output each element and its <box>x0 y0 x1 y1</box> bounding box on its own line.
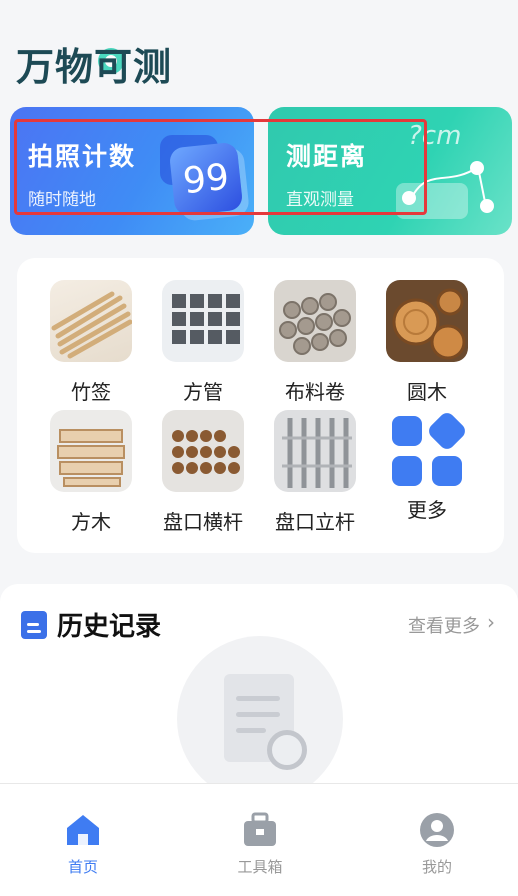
bottom-tab-bar: 首页 工具箱 我的 <box>0 783 518 896</box>
round-log-icon <box>392 288 466 360</box>
measure-point-icon <box>470 161 484 175</box>
highlight-box <box>14 119 427 215</box>
user-icon <box>420 813 454 847</box>
standard-pole-icon <box>282 418 352 488</box>
ledger-bar-image <box>162 410 244 492</box>
category-bamboo-stick[interactable]: 竹签 <box>36 280 146 405</box>
tab-label: 首页 <box>67 858 98 876</box>
grid-more-icon <box>392 409 469 486</box>
history-icon <box>21 611 47 639</box>
logo-text-3: 测 <box>133 45 173 89</box>
square-timber-image <box>50 410 132 492</box>
toolbox-icon <box>244 812 276 846</box>
category-square-timber[interactable]: 方木 <box>36 410 146 535</box>
history-section: 历史记录 查看更多 › <box>0 584 518 802</box>
category-label: 竹签 <box>71 380 111 404</box>
tab-label: 工具箱 <box>237 858 283 876</box>
logo-text-2: 可 <box>94 45 134 89</box>
category-ledger-bar[interactable]: 盘口横杆 <box>148 410 258 535</box>
category-label: 圆木 <box>407 380 447 404</box>
logo-text-1: 万物 <box>16 45 95 89</box>
history-title: 历史记录 <box>57 612 162 642</box>
category-label: 盘口横杆 <box>163 510 243 534</box>
category-label: 布料卷 <box>285 380 345 404</box>
app-logo: 万物 可测 <box>16 36 172 91</box>
standard-pole-image <box>274 410 356 492</box>
chevron-right-icon[interactable]: › <box>487 610 495 634</box>
category-square-tube[interactable]: 方管 <box>148 280 258 405</box>
category-grid: 竹签 方管 布料卷 圆木 方木 盘口横杆 盘口立杆 更多 <box>17 258 504 553</box>
category-fabric-roll[interactable]: 布料卷 <box>260 280 370 405</box>
category-label: 方管 <box>183 380 223 404</box>
category-round-log[interactable]: 圆木 <box>372 280 482 405</box>
category-label: 更多 <box>407 498 447 522</box>
fabric-roll-icon <box>279 293 351 355</box>
measure-point-icon <box>480 199 494 213</box>
category-more[interactable]: 更多 <box>372 409 482 523</box>
square-tube-icon <box>172 294 240 344</box>
home-icon <box>67 815 99 845</box>
view-more-link[interactable]: 查看更多 <box>408 612 480 638</box>
logo-text-2-wrap: 可 <box>94 36 133 91</box>
category-label: 盘口立杆 <box>275 510 355 534</box>
category-label: 方木 <box>71 510 111 534</box>
square-tube-image <box>162 280 244 362</box>
category-standard-pole[interactable]: 盘口立杆 <box>260 410 370 535</box>
fabric-roll-image <box>274 280 356 362</box>
bamboo-stick-icon <box>51 291 132 359</box>
tab-label: 我的 <box>421 858 452 876</box>
empty-state-illustration <box>177 636 343 802</box>
ledger-bar-icon <box>172 430 240 474</box>
bamboo-stick-image <box>50 280 132 362</box>
round-log-image <box>386 280 468 362</box>
magnifier-icon <box>267 730 307 770</box>
square-timber-icon <box>57 429 125 487</box>
